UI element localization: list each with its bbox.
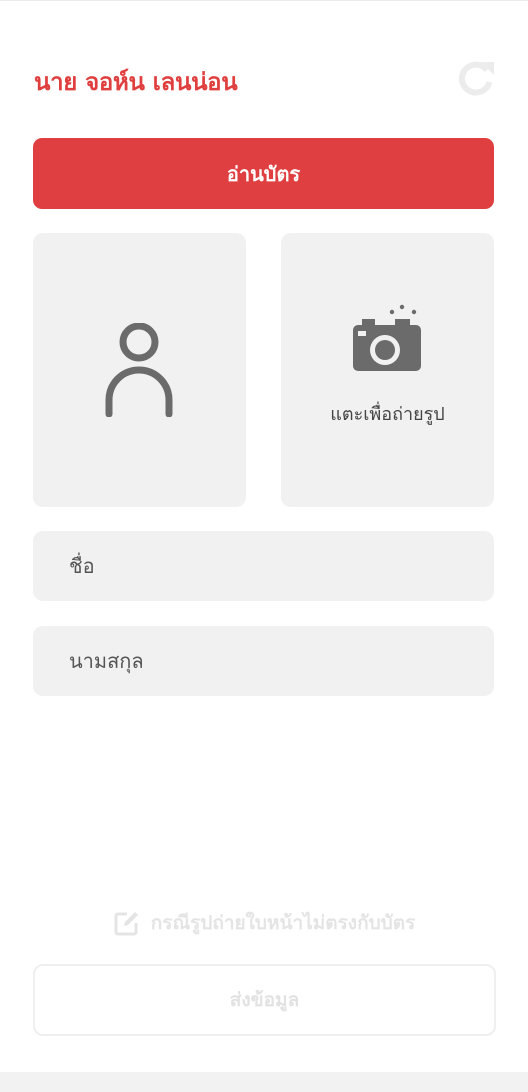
card-photo-placeholder (33, 233, 246, 507)
photo-mismatch-label: กรณีรูปถ่ายใบหน้าไม่ตรงกับบัตร (150, 912, 416, 934)
read-card-label: อ่านบัตร (226, 161, 301, 186)
page-title: นาย จอห์น เลนน่อน (34, 68, 238, 96)
submit-label: ส่งข้อมูล (229, 989, 300, 1011)
refresh-icon[interactable] (456, 58, 496, 98)
last-name-placeholder: นามสกุล (69, 649, 144, 673)
read-card-button[interactable]: อ่านบัตร (33, 138, 494, 209)
bottom-bar (0, 1072, 528, 1092)
take-photo-button[interactable]: แตะเพื่อถ่ายรูป (281, 233, 494, 507)
photo-mismatch-link[interactable]: กรณีรูปถ่ายใบหน้าไม่ตรงกับบัตร (0, 908, 528, 938)
last-name-field[interactable]: นามสกุล (33, 626, 494, 696)
take-photo-label: แตะเพื่อถ่ายรูป (330, 404, 445, 425)
submit-button[interactable]: ส่งข้อมูล (33, 964, 496, 1036)
person-icon (105, 323, 173, 417)
top-divider (0, 0, 528, 1)
first-name-field[interactable]: ชื่อ (33, 531, 494, 601)
camera-icon (353, 304, 421, 371)
edit-icon (114, 911, 138, 935)
first-name-placeholder: ชื่อ (69, 554, 95, 578)
